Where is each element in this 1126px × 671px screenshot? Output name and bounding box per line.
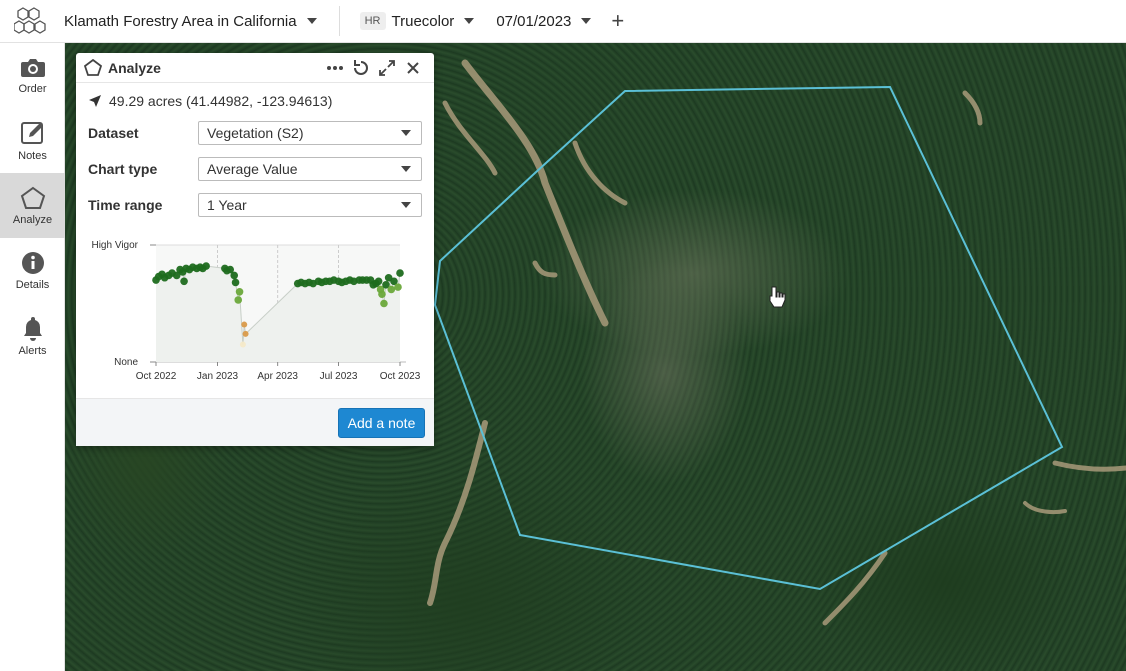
data-point	[242, 330, 249, 337]
data-point	[231, 278, 240, 287]
more-options-icon[interactable]	[322, 55, 348, 81]
dirt-road	[532, 260, 558, 278]
x-tick-label: Jan 2023	[197, 371, 239, 382]
x-tick-label: Apr 2023	[257, 371, 298, 382]
aoi-polygon	[433, 85, 1064, 591]
hand-cursor-icon	[769, 286, 786, 308]
layer-name: Truecolor	[391, 12, 455, 30]
location-arrow-icon	[89, 95, 101, 107]
chevron-down-icon	[401, 130, 411, 136]
chart-type-row: Chart type Average Value	[76, 157, 434, 181]
time-range-value: 1 Year	[207, 197, 247, 213]
bell-icon	[23, 316, 42, 341]
pentagon-icon	[84, 59, 102, 76]
x-tick-label: Jul 2023	[320, 371, 358, 382]
info-icon	[21, 251, 44, 274]
chart-type-label: Chart type	[88, 161, 158, 177]
date-value: 07/01/2023	[496, 12, 572, 30]
resolution-badge: HR	[359, 12, 386, 30]
chevron-down-icon	[464, 18, 475, 24]
data-point	[180, 277, 188, 286]
data-point	[202, 262, 210, 270]
y-tick-label: None	[114, 357, 138, 368]
expand-icon[interactable]	[374, 55, 400, 81]
sidebar-item-alerts[interactable]: Alerts	[0, 303, 65, 368]
analyze-panel: Analyze 49.29 acres (41.44982, -123.9461…	[76, 53, 434, 446]
panel-title: Analyze	[108, 59, 161, 76]
dataset-row: Dataset Vegetation (S2)	[76, 121, 434, 145]
data-point	[394, 283, 402, 291]
dataset-value: Vegetation (S2)	[207, 125, 304, 141]
dataset-select[interactable]: Vegetation (S2)	[198, 121, 422, 145]
dirt-road	[427, 420, 488, 606]
chevron-down-icon	[306, 18, 317, 24]
data-point	[374, 277, 383, 286]
sidebar-item-label: Details	[15, 278, 50, 291]
divider	[338, 6, 340, 36]
camera-icon	[20, 58, 45, 77]
data-point	[239, 341, 246, 348]
panel-footer: Add a note	[76, 398, 434, 446]
data-point	[234, 296, 243, 304]
chart-type-value: Average Value	[207, 161, 298, 177]
x-tick-label: Oct 2023	[380, 371, 421, 382]
dirt-road	[962, 90, 983, 126]
data-point	[387, 285, 396, 294]
chevron-down-icon	[401, 166, 411, 172]
data-point	[378, 290, 386, 298]
data-point	[380, 299, 388, 308]
y-tick-label: High Vigor	[91, 240, 138, 251]
dataset-label: Dataset	[88, 125, 139, 141]
add-note-button[interactable]: Add a note	[338, 408, 425, 438]
chart-svg: High Vigor None Oct 2022 Jan 2023 Apr 2023 Ju…	[91, 240, 421, 382]
sidebar-item-label: Alerts	[18, 344, 47, 357]
date-selector[interactable]: 07/01/2023	[496, 12, 592, 30]
dirt-road	[461, 59, 609, 327]
dirt-road	[822, 550, 888, 626]
sidebar-item-label: Notes	[18, 149, 47, 162]
x-tick-label: Oct 2022	[136, 371, 177, 382]
area-selector[interactable]: Klamath Forestry Area in California	[64, 13, 317, 30]
time-range-select[interactable]: 1 Year	[198, 193, 422, 217]
layer-selector[interactable]: HR Truecolor	[359, 12, 475, 30]
app-logo-icon[interactable]	[0, 0, 60, 43]
pentagon-icon	[20, 186, 45, 209]
sidebar-item-label: Analyze	[12, 213, 53, 226]
add-layer-button[interactable]: +	[611, 10, 624, 32]
panel-header: Analyze	[76, 53, 434, 83]
vegetation-chart: High Vigor None Oct 2022 Jan 2023 Apr 2023 Ju…	[76, 233, 434, 401]
area-stats-text: 49.29 acres (41.44982, -123.94613)	[109, 93, 333, 109]
edit-note-icon	[20, 121, 43, 144]
time-range-label: Time range	[88, 197, 163, 213]
close-icon[interactable]	[400, 55, 426, 81]
top-bar: Klamath Forestry Area in California HR T…	[0, 0, 1126, 43]
sidebar-item-notes[interactable]: Notes	[0, 108, 65, 173]
chevron-down-icon	[401, 202, 411, 208]
sidebar-item-analyze[interactable]: Analyze	[0, 173, 65, 238]
data-point	[396, 269, 404, 277]
time-range-row: Time range 1 Year	[76, 193, 434, 217]
data-point	[241, 321, 248, 328]
area-stats: 49.29 acres (41.44982, -123.94613)	[76, 83, 434, 109]
sidebar-item-order[interactable]: Order	[0, 43, 65, 108]
dirt-road	[572, 140, 628, 206]
data-point	[235, 288, 244, 296]
dirt-road	[1052, 460, 1126, 472]
dirt-road	[442, 100, 498, 176]
sidebar: Order Notes Analyze Details Alerts	[0, 43, 65, 671]
chart-type-select[interactable]: Average Value	[198, 157, 422, 181]
refresh-icon[interactable]	[348, 55, 374, 81]
data-point	[230, 271, 239, 280]
chevron-down-icon	[581, 18, 592, 24]
sidebar-item-details[interactable]: Details	[0, 238, 65, 303]
area-name: Klamath Forestry Area in California	[64, 12, 297, 30]
dirt-road	[1023, 501, 1067, 514]
sidebar-item-label: Order	[18, 82, 47, 95]
